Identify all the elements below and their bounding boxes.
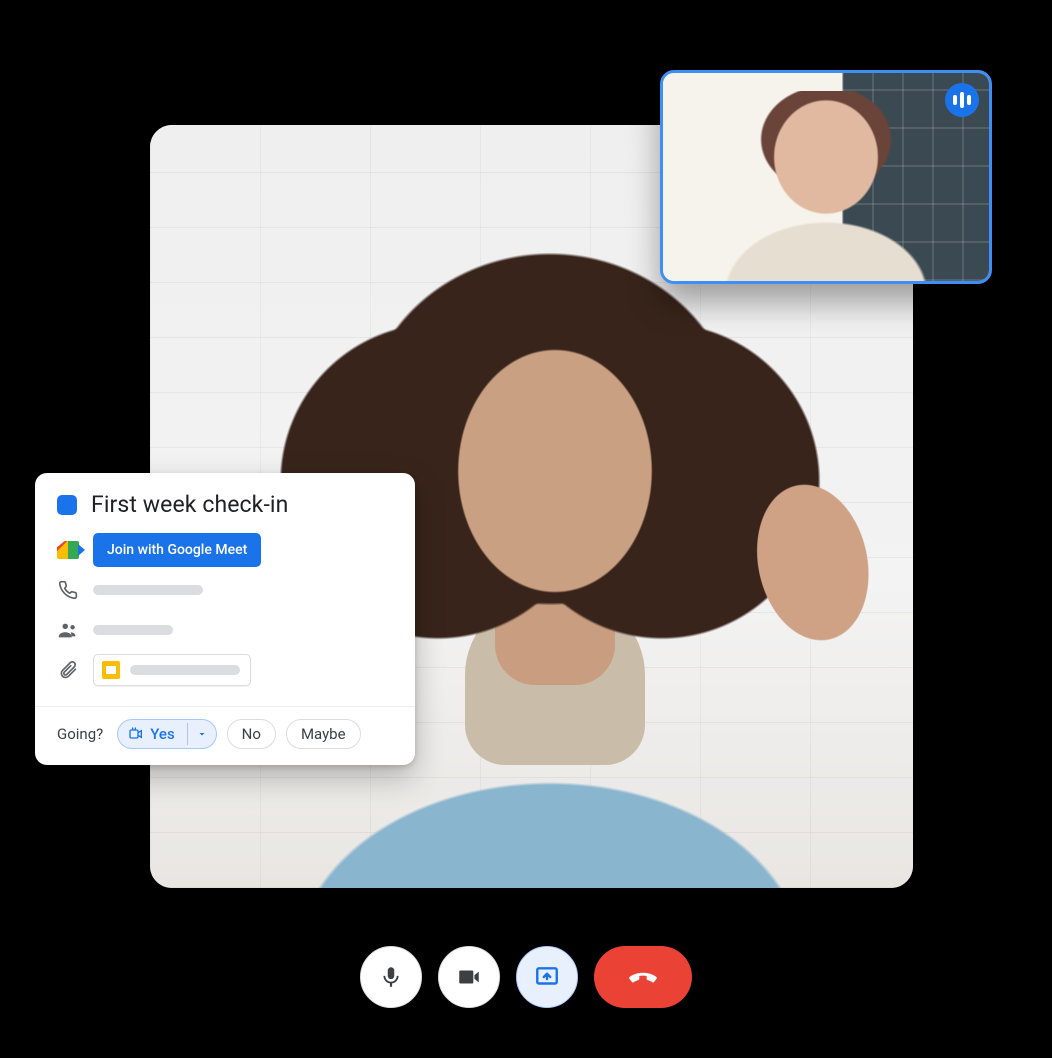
self-view-tile[interactable] [660,70,992,284]
call-controls [360,946,692,1008]
rsvp-no-button[interactable]: No [227,719,276,749]
event-title: First week check-in [91,491,288,518]
caret-down-icon [196,728,208,740]
present-icon [534,964,560,990]
attachment-icon [57,659,79,681]
rsvp-maybe-button[interactable]: Maybe [286,719,361,749]
speaking-indicator-icon [945,83,979,117]
hangup-icon [626,960,660,994]
virtual-location-icon [128,726,144,742]
phone-number-placeholder [93,585,203,595]
event-color-swatch [57,495,77,515]
present-screen-button[interactable] [516,946,578,1008]
join-meet-button[interactable]: Join with Google Meet [93,533,261,567]
hang-up-button[interactable] [594,946,692,1008]
toggle-camera-button[interactable] [438,946,500,1008]
phone-icon [57,579,79,601]
people-icon [57,619,79,641]
attachment-chip[interactable] [93,654,251,686]
rsvp-footer: Going? Yes No Maybe [35,706,415,765]
rsvp-yes-button[interactable]: Yes [118,720,186,748]
attachment-name-placeholder [130,665,240,675]
guests-placeholder [93,625,173,635]
self-view-person [716,91,936,284]
mic-icon [378,964,404,990]
video-icon [456,964,482,990]
rsvp-yes-split-button: Yes [117,719,216,749]
going-label: Going? [57,725,103,743]
rsvp-yes-label: Yes [150,725,174,743]
slides-icon [102,661,120,679]
calendar-event-card: First week check-in Join with Google Mee… [35,473,415,765]
rsvp-yes-dropdown[interactable] [187,723,216,745]
google-meet-icon [57,539,79,561]
toggle-mic-button[interactable] [360,946,422,1008]
person-face [445,345,665,625]
